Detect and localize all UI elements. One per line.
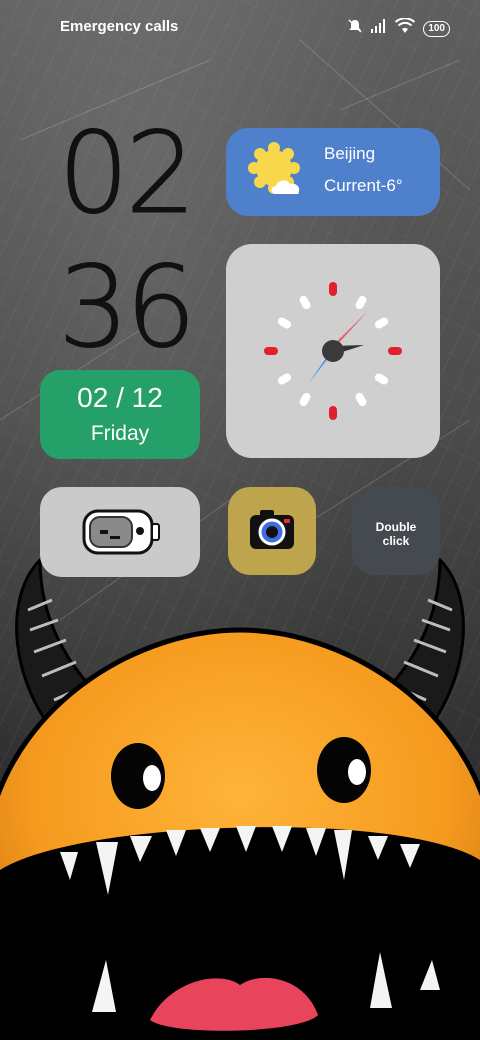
double-click-widget[interactable]: Double click xyxy=(352,487,440,575)
weather-widget[interactable]: Beijing Current-6° xyxy=(226,128,440,216)
double-click-line2: click xyxy=(382,534,410,548)
clock-hours[interactable]: 02 xyxy=(58,118,197,231)
carrier-text: Emergency calls xyxy=(60,18,179,35)
clock-face-icon xyxy=(264,282,402,420)
weather-condition: Current-6° xyxy=(324,176,403,195)
battery-robot-icon xyxy=(82,509,160,555)
weekday-text: Friday xyxy=(90,422,150,445)
double-click-line1: Double xyxy=(375,520,417,534)
date-widget[interactable]: 02 / 12 Friday xyxy=(40,370,200,459)
battery-icon: 100 xyxy=(423,20,450,37)
status-icons: 100 xyxy=(347,17,450,39)
date-text: 02 / 12 xyxy=(77,382,163,413)
wifi-icon xyxy=(395,17,416,39)
camera-icon xyxy=(250,510,294,549)
camera-shortcut[interactable] xyxy=(228,487,316,575)
weather-city: Beijing xyxy=(324,144,376,163)
mute-icon xyxy=(347,18,363,39)
analog-clock-widget[interactable] xyxy=(226,244,440,458)
battery-robot-widget[interactable] xyxy=(40,487,200,577)
partly-cloudy-icon xyxy=(248,142,300,194)
status-bar: Emergency calls 100 xyxy=(0,0,480,56)
signal-icon xyxy=(371,19,387,38)
clock-minutes[interactable]: 36 xyxy=(58,252,197,365)
double-click-label: Double click xyxy=(352,520,440,548)
